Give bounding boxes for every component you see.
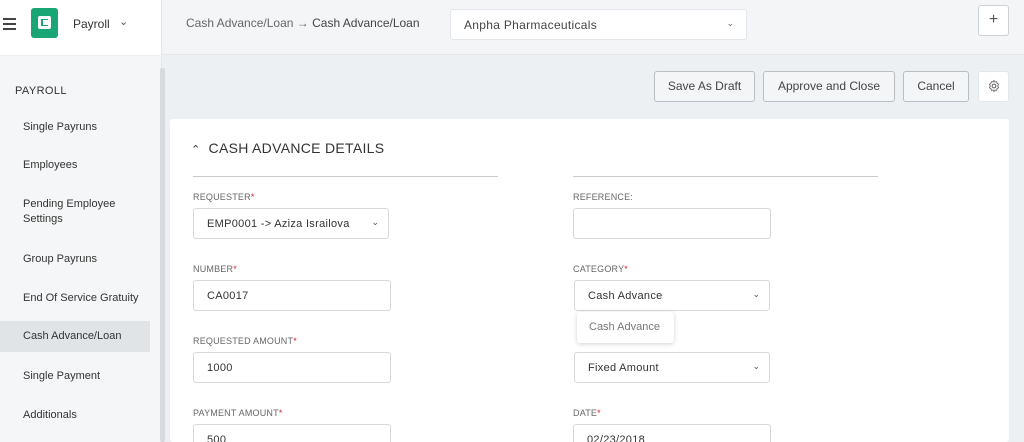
breadcrumb: Cash Advance/Loan → Cash Advance/Loan: [186, 16, 420, 30]
sidebar-item-additionals[interactable]: Additionals: [0, 408, 150, 423]
settings-button[interactable]: [978, 71, 1009, 102]
app-logo-icon: [31, 8, 58, 38]
number-input[interactable]: CA0017: [193, 280, 391, 311]
hamburger-menu-icon[interactable]: [3, 15, 19, 35]
chevron-down-icon[interactable]: ⌄: [119, 15, 128, 28]
section-header[interactable]: ⌃ CASH ADVANCE DETAILS: [191, 140, 384, 156]
requested-amount-value: 1000: [207, 362, 233, 374]
breadcrumb-parent[interactable]: Cash Advance/Loan: [186, 16, 293, 30]
sidebar: PAYROLL: [0, 56, 162, 442]
requester-select[interactable]: EMP0001 -> Aziza Israilova ⌄: [193, 208, 389, 239]
reference-input[interactable]: [573, 208, 771, 239]
chevron-down-icon: ⌄: [371, 217, 379, 227]
breadcrumb-separator: →: [296, 16, 309, 30]
payment-amount-value: 500: [207, 434, 227, 442]
payment-amount-label: PAYMENT AMOUNT*: [193, 408, 283, 418]
category-option[interactable]: Cash Advance: [589, 321, 660, 333]
number-value: CA0017: [207, 290, 249, 302]
chevron-down-icon: ⌄: [726, 18, 734, 28]
sidebar-item-group-payruns[interactable]: Group Payruns: [0, 252, 150, 267]
company-select-value: Anpha Pharmaceuticals: [464, 18, 598, 32]
divider: [573, 176, 878, 177]
section-title: CASH ADVANCE DETAILS: [208, 140, 385, 156]
category-select[interactable]: Cash Advance ⌄: [574, 280, 770, 311]
cancel-button[interactable]: Cancel: [903, 71, 969, 102]
category-label: CATEGORY*: [573, 264, 628, 274]
sidebar-item-pending-employee-settings[interactable]: Pending Employee Settings: [0, 197, 140, 227]
chevron-up-icon[interactable]: ⌃: [191, 143, 201, 156]
gear-icon: [988, 80, 999, 92]
date-input[interactable]: 02/23/2018: [573, 424, 771, 442]
app-name[interactable]: Payroll: [73, 17, 110, 31]
reference-label: REFERENCE:: [573, 192, 634, 202]
save-as-draft-button[interactable]: Save As Draft: [654, 71, 755, 102]
number-label: NUMBER*: [193, 264, 237, 274]
app-switcher-area: Payroll ⌄: [0, 0, 162, 55]
category-value: Cash Advance: [588, 290, 663, 302]
add-button[interactable]: +: [978, 5, 1009, 36]
category-dropdown-menu: Cash Advance: [577, 312, 674, 343]
requested-amount-label: REQUESTED AMOUNT*: [193, 336, 297, 346]
sidebar-item-end-of-service-gratuity[interactable]: End Of Service Gratuity: [0, 291, 150, 306]
sidebar-item-single-payruns[interactable]: Single Payruns: [0, 120, 150, 135]
sidebar-item-employees[interactable]: Employees: [0, 158, 150, 173]
type-select[interactable]: Fixed Amount ⌄: [574, 352, 770, 383]
chevron-down-icon: ⌄: [752, 361, 760, 371]
divider: [193, 176, 498, 177]
approve-and-close-button[interactable]: Approve and Close: [763, 71, 895, 102]
date-value: 02/23/2018: [587, 434, 646, 442]
sidebar-item-single-payment[interactable]: Single Payment: [0, 369, 150, 384]
sidebar-scrollbar[interactable]: [160, 68, 165, 442]
type-value: Fixed Amount: [588, 362, 659, 374]
requested-amount-input[interactable]: 1000: [193, 352, 391, 383]
requester-label: REQUESTER*: [193, 192, 255, 202]
company-select[interactable]: Anpha Pharmaceuticals ⌄: [450, 9, 747, 40]
requester-value: EMP0001 -> Aziza Israilova: [207, 218, 350, 230]
chevron-down-icon: ⌄: [752, 289, 760, 299]
date-label: DATE*: [573, 408, 601, 418]
sidebar-heading: PAYROLL: [15, 85, 67, 97]
sidebar-item-cash-advance-loan[interactable]: Cash Advance/Loan: [0, 321, 150, 352]
top-bar: Payroll ⌄ Cash Advance/Loan → Cash Advan…: [0, 0, 1024, 55]
breadcrumb-current: Cash Advance/Loan: [312, 16, 420, 30]
payment-amount-input[interactable]: 500: [193, 424, 391, 442]
